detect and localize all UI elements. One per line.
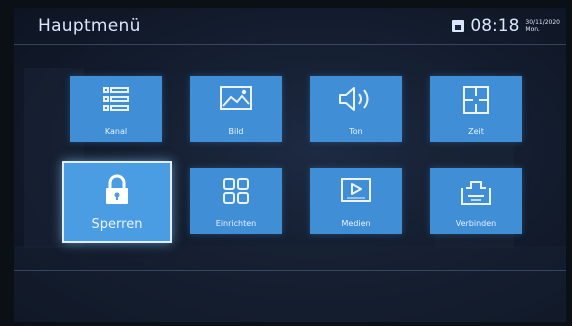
- speaker-icon: [310, 84, 402, 118]
- tile-label: Kanal: [104, 127, 128, 136]
- list-icon: [70, 84, 162, 118]
- clock-icon: [430, 84, 522, 118]
- lock-icon: [64, 174, 170, 208]
- media-icon: [310, 176, 402, 210]
- connect-icon: [430, 176, 522, 210]
- picture-icon: [190, 84, 282, 118]
- tile-label: Sperren: [91, 217, 143, 232]
- page-title: Hauptmenü: [38, 16, 141, 36]
- footer-divider: [14, 270, 566, 271]
- tile-label: Ton: [349, 127, 363, 136]
- date-text: 30/11/2020: [525, 19, 560, 26]
- clock-time: 08:18: [470, 16, 520, 36]
- clock-date: 30/11/2020 Mon.: [525, 19, 560, 33]
- day-text: Mon.: [525, 26, 540, 33]
- menu-tile-ton[interactable]: Ton: [310, 76, 402, 142]
- tile-label: Medien: [341, 219, 371, 228]
- menu-tile-bild[interactable]: Bild: [190, 76, 282, 142]
- calendar-icon: [452, 20, 465, 32]
- menu-tile-zeit[interactable]: Zeit: [430, 76, 522, 142]
- menu-tile-sperren[interactable]: Sperren: [62, 161, 172, 243]
- menu-tile-medien[interactable]: Medien: [310, 168, 402, 234]
- tile-label: Verbinden: [455, 219, 497, 228]
- tv-screen: Hauptmenü 08:18 30/11/2020 Mon. Kanal Bi…: [14, 8, 566, 322]
- menu-tile-kanal[interactable]: Kanal: [70, 76, 162, 142]
- header-bar: Hauptmenü 08:18 30/11/2020 Mon.: [14, 8, 566, 45]
- tile-label: Bild: [228, 127, 244, 136]
- menu-tile-einrichten[interactable]: Einrichten: [190, 168, 282, 234]
- tile-label: Zeit: [468, 127, 484, 136]
- menu-tile-verbinden[interactable]: Verbinden: [430, 168, 522, 234]
- clock-area: 08:18 30/11/2020 Mon.: [452, 15, 560, 37]
- tile-label: Einrichten: [215, 219, 257, 228]
- background-ground: [14, 246, 566, 322]
- grid-icon: [190, 176, 282, 210]
